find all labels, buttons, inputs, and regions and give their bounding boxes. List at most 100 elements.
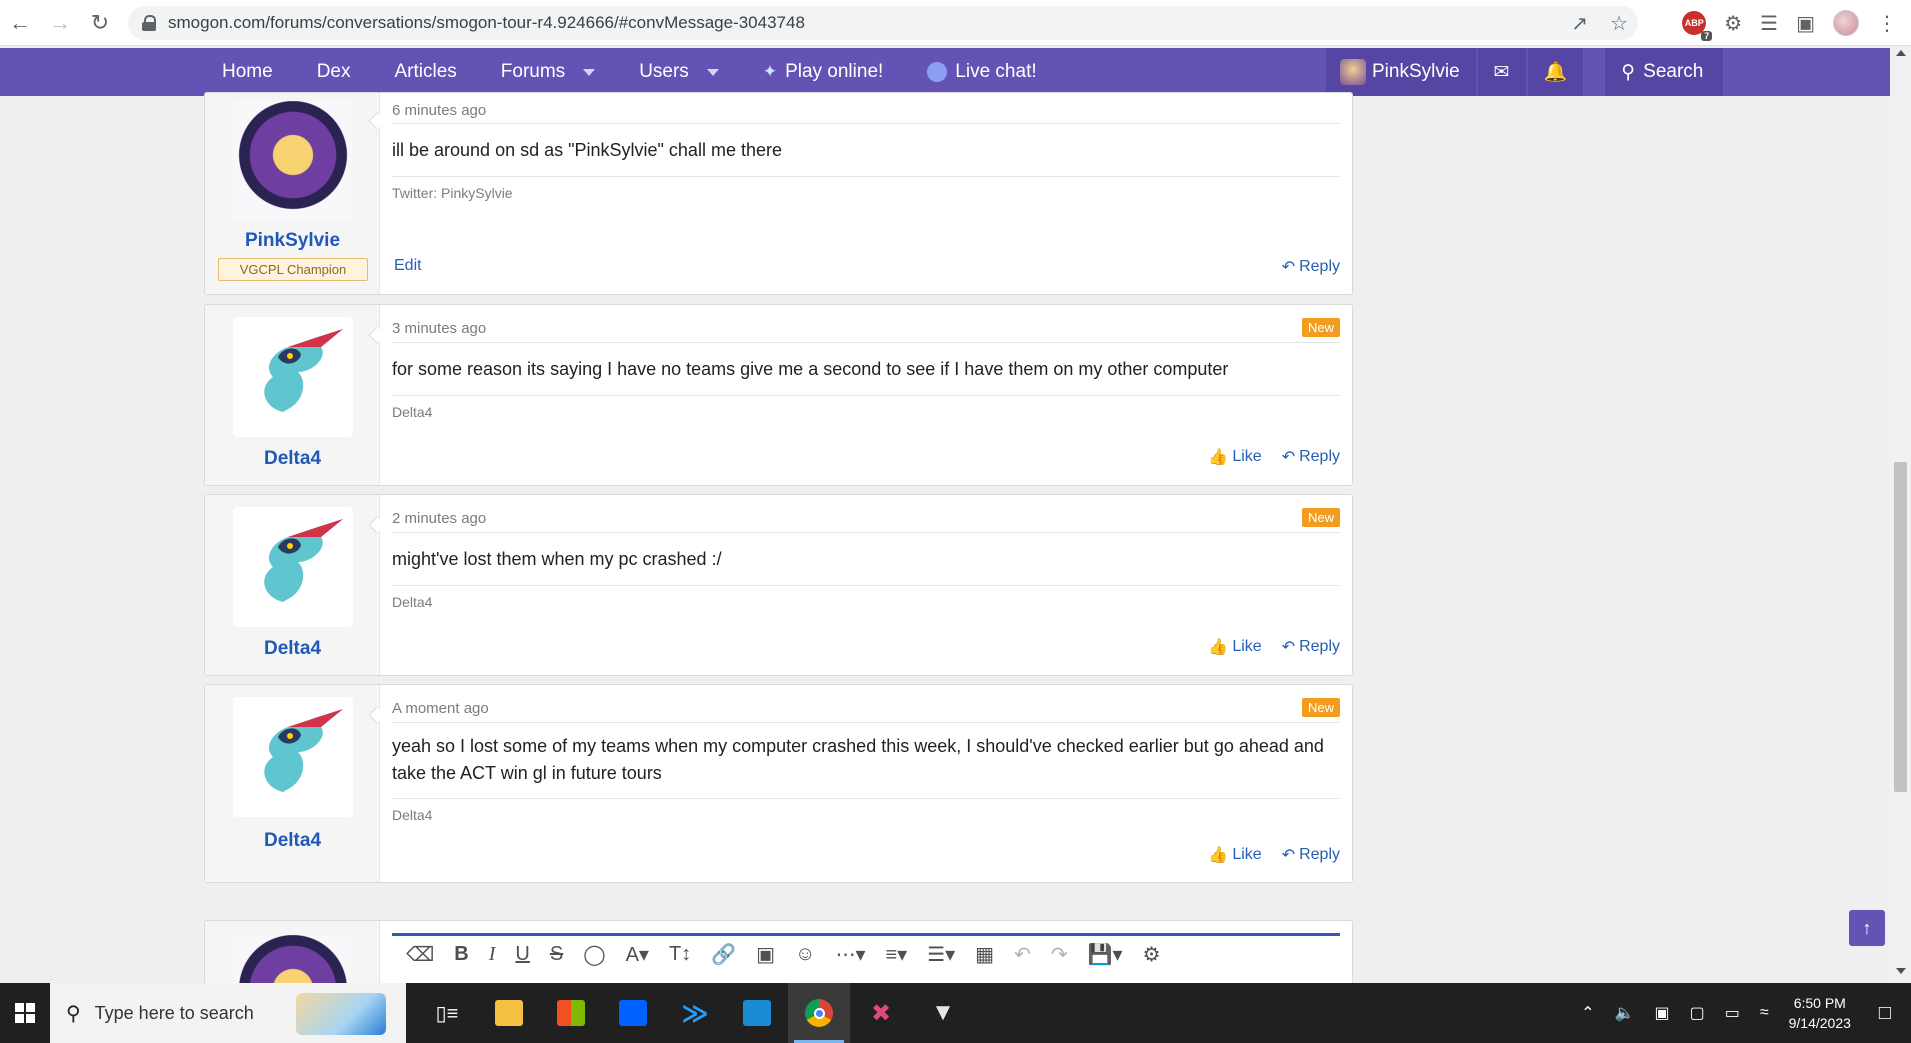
dragapult-sprite	[264, 519, 343, 602]
more-options-icon[interactable]: ⋯▾	[835, 942, 865, 967]
microsoft-store-icon[interactable]	[540, 983, 602, 1043]
reload-icon[interactable]: ↻	[80, 0, 120, 46]
speaker-icon[interactable]: 🔈	[1615, 1003, 1635, 1023]
site-navigation: Home Dex Articles Forums Users ✦ Play onl…	[0, 48, 1890, 96]
nav-play-online[interactable]: ✦ Play online!	[741, 48, 905, 96]
strikethrough-icon[interactable]: S	[550, 943, 563, 966]
reply-button[interactable]: ↶ Reply	[1282, 257, 1340, 277]
scroll-up-arrow[interactable]	[1896, 50, 1906, 56]
username[interactable]: Delta4	[205, 638, 380, 660]
user-avatar	[1340, 59, 1366, 85]
browser-menu-icon[interactable]: ⋮	[1877, 11, 1897, 36]
reply-button[interactable]: ↶ Reply	[1282, 845, 1340, 865]
camera-icon[interactable]: ▣	[1654, 1003, 1669, 1023]
conversation-message: Delta4 3 minutes ago New for some reason…	[204, 304, 1353, 486]
dragapult-sprite	[264, 329, 343, 412]
message-signature: Delta4	[392, 404, 433, 420]
nav-forums[interactable]: Forums	[479, 48, 617, 96]
nav-home[interactable]: Home	[200, 48, 295, 96]
user-avatar[interactable]	[233, 101, 353, 221]
redo-icon[interactable]: ↷	[1051, 942, 1068, 967]
profile-avatar[interactable]	[1833, 10, 1859, 36]
settings-gear-icon[interactable]: ⚙	[1143, 942, 1161, 967]
like-button[interactable]: 👍 Like	[1208, 845, 1261, 865]
vpn-shield-icon[interactable]: ▼	[912, 983, 974, 1043]
chevron-down-icon[interactable]	[706, 68, 719, 76]
scroll-down-arrow[interactable]	[1896, 968, 1906, 974]
undo-icon[interactable]: ↶	[1014, 942, 1031, 967]
user-avatar[interactable]	[233, 317, 353, 437]
notification-icon[interactable]: □	[1879, 1002, 1891, 1025]
reply-label: Reply	[1299, 846, 1340, 863]
italic-icon[interactable]: I	[489, 943, 496, 966]
drafts-icon[interactable]: 💾▾	[1088, 942, 1123, 967]
nav-dex[interactable]: Dex	[295, 48, 373, 96]
reading-list-icon[interactable]: ☰	[1760, 11, 1778, 36]
message-user-panel: Delta4	[205, 305, 380, 485]
message-timestamp[interactable]: A moment ago	[392, 700, 489, 717]
user-avatar[interactable]	[233, 507, 353, 627]
lock-icon[interactable]	[142, 15, 156, 31]
nav-articles[interactable]: Articles	[372, 48, 478, 96]
system-clock[interactable]: 6:50 PM 9/14/2023	[1789, 993, 1851, 1033]
user-avatar[interactable]	[233, 697, 353, 817]
nav-users[interactable]: Users	[617, 48, 741, 96]
bookmark-star-icon[interactable]: ☆	[1610, 11, 1628, 36]
side-panel-icon[interactable]: ▣	[1796, 11, 1815, 36]
share-icon[interactable]: ↗	[1571, 11, 1588, 36]
table-icon[interactable]: ▦	[975, 942, 994, 967]
bold-icon[interactable]: B	[454, 943, 468, 966]
forward-icon[interactable]: →	[40, 0, 80, 46]
snipping-tool-icon[interactable]: ✖	[850, 983, 912, 1043]
chevron-up-icon[interactable]: ⌃	[1581, 1003, 1594, 1023]
inbox-icon[interactable]: ✉	[1477, 48, 1526, 96]
message-timestamp[interactable]: 6 minutes ago	[392, 102, 486, 119]
adblock-extension-icon[interactable]: ABP 7	[1682, 11, 1713, 41]
like-button[interactable]: 👍 Like	[1208, 447, 1261, 467]
username[interactable]: PinkSylvie	[205, 230, 380, 252]
bell-icon[interactable]: 🔔	[1527, 48, 1584, 96]
emoji-icon[interactable]: ☺	[795, 943, 815, 966]
message-timestamp[interactable]: 2 minutes ago	[392, 510, 486, 527]
back-icon[interactable]: ←	[0, 0, 40, 46]
image-icon[interactable]: ▣	[756, 942, 775, 967]
thumbs-up-icon: 👍	[1208, 639, 1229, 656]
nav-live-chat[interactable]: Live chat!	[905, 48, 1058, 96]
account-menu[interactable]: PinkSylvie	[1326, 48, 1476, 96]
like-button[interactable]: 👍 Like	[1208, 637, 1261, 657]
vscode-icon[interactable]: ≫	[664, 983, 726, 1043]
reply-button[interactable]: ↶ Reply	[1282, 637, 1340, 657]
scroll-to-top-button[interactable]: ↑	[1849, 910, 1885, 946]
username[interactable]: Delta4	[205, 830, 380, 852]
file-explorer-icon[interactable]	[478, 983, 540, 1043]
list-icon[interactable]: ☰▾	[927, 942, 955, 967]
font-family-icon[interactable]: A▾	[626, 942, 649, 967]
chrome-icon[interactable]	[788, 983, 850, 1043]
align-icon[interactable]: ≡▾	[885, 942, 907, 967]
wifi-icon[interactable]: ≈	[1760, 1004, 1769, 1022]
battery-icon[interactable]: ▭	[1725, 1003, 1740, 1023]
url-text[interactable]: smogon.com/forums/conversations/smogon-t…	[168, 13, 805, 33]
taskbar-search[interactable]: ⚲ Type here to search	[50, 983, 406, 1043]
link-icon[interactable]: 🔗	[711, 942, 736, 967]
address-bar[interactable]: smogon.com/forums/conversations/smogon-t…	[128, 6, 1638, 40]
dropbox-icon[interactable]	[602, 983, 664, 1043]
task-view-icon[interactable]: ▯≡	[416, 983, 478, 1043]
display-icon[interactable]: ▢	[1690, 1003, 1705, 1023]
mail-icon[interactable]	[726, 983, 788, 1043]
extensions-puzzle-icon[interactable]: ⚙	[1724, 11, 1742, 36]
text-color-icon[interactable]: ◯	[583, 942, 605, 967]
reply-button[interactable]: ↶ Reply	[1282, 447, 1340, 467]
nav-chat-label: Live chat!	[955, 61, 1037, 82]
chevron-down-icon[interactable]	[583, 68, 596, 76]
eraser-icon[interactable]: ⌫	[406, 942, 434, 967]
windows-taskbar: ⚲ Type here to search ▯≡ ≫ ✖ ▼ ⌃ 🔈 ▣ ▢ ▭…	[0, 983, 1911, 1043]
scrollbar-thumb[interactable]	[1894, 462, 1907, 792]
username[interactable]: Delta4	[205, 448, 380, 470]
font-size-icon[interactable]: T↕	[669, 943, 691, 966]
message-timestamp[interactable]: 3 minutes ago	[392, 320, 486, 337]
underline-icon[interactable]: U	[515, 943, 529, 966]
start-button[interactable]	[0, 983, 50, 1043]
edit-button[interactable]: Edit	[394, 257, 422, 275]
search-button[interactable]: ⚲ Search	[1605, 48, 1724, 96]
